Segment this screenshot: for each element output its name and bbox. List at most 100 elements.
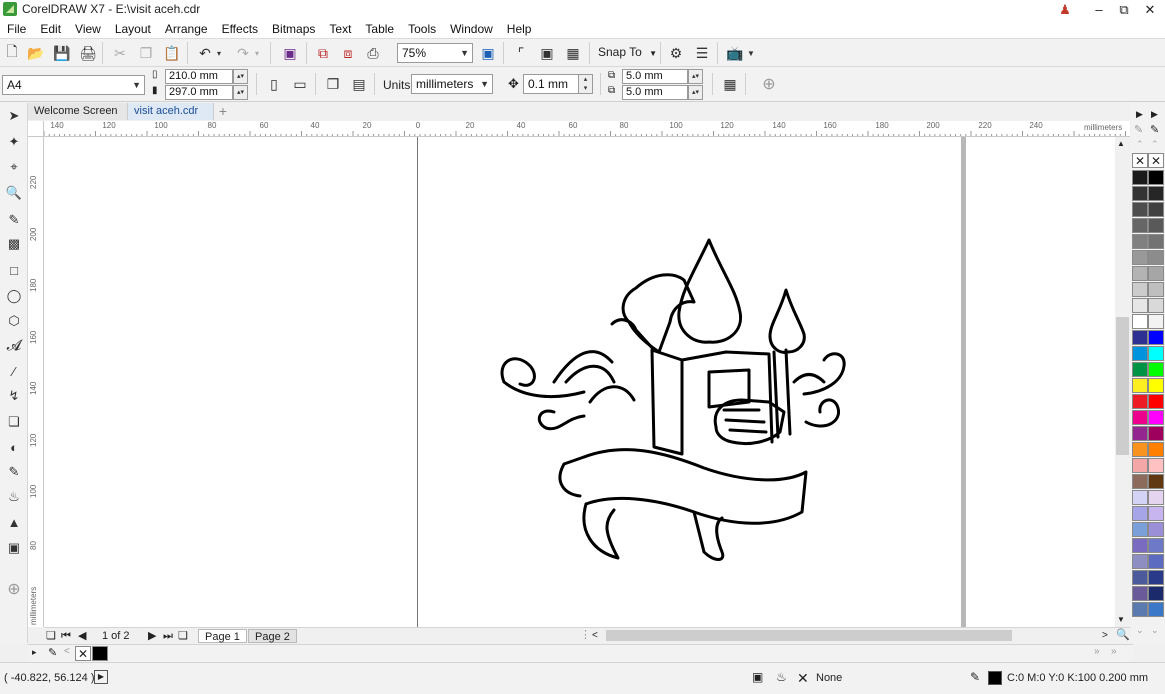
- quick-customize-icon[interactable]: ⊕: [3, 578, 25, 600]
- quick-customize-icon[interactable]: ⊕: [758, 73, 780, 95]
- cut-icon[interactable]: ✂: [109, 42, 131, 64]
- vertical-scroll-thumb[interactable]: [1116, 317, 1129, 455]
- color-swatch[interactable]: [1148, 218, 1164, 233]
- add-tab-icon[interactable]: +: [216, 103, 230, 120]
- color-swatch[interactable]: [1148, 426, 1164, 441]
- menu-table[interactable]: Table: [358, 19, 401, 39]
- color-swatch[interactable]: [1148, 330, 1164, 345]
- scroll-down-icon[interactable]: ▼: [1117, 615, 1125, 624]
- options-icon[interactable]: ⚙: [665, 42, 687, 64]
- freehand-tool-icon[interactable]: ✎: [3, 209, 25, 231]
- previous-page-icon[interactable]: ◀: [78, 629, 86, 644]
- outline-pen-icon[interactable]: ▣: [3, 537, 25, 559]
- scroll-right-icon[interactable]: »: [1094, 646, 1100, 657]
- menu-window[interactable]: Window: [443, 19, 500, 39]
- color-swatch[interactable]: [1132, 186, 1148, 201]
- color-swatch[interactable]: [1132, 554, 1148, 569]
- horizontal-ruler[interactable]: 140 120 100 80 60 40 20 0 20 40 60 80 10…: [44, 121, 1130, 137]
- color-swatch[interactable]: [1148, 282, 1164, 297]
- menu-layout[interactable]: Layout: [108, 19, 158, 39]
- drawing-canvas[interactable]: [44, 137, 1115, 627]
- color-swatch[interactable]: [1132, 490, 1148, 505]
- chevron-down-icon[interactable]: ▼: [744, 42, 758, 64]
- color-swatch[interactable]: [1132, 506, 1148, 521]
- add-page-after-icon[interactable]: ❏: [178, 629, 188, 644]
- palette-scroll-down-icon[interactable]: ⌄: [1151, 625, 1159, 636]
- color-swatch[interactable]: [1148, 394, 1164, 409]
- color-swatch[interactable]: [1148, 346, 1164, 361]
- page-width-spinner[interactable]: ▴▾: [233, 69, 248, 84]
- palette-scroll-down-icon[interactable]: ⌄: [1136, 625, 1144, 636]
- color-eyedropper-icon[interactable]: ✎: [3, 461, 25, 483]
- color-swatch[interactable]: [1132, 538, 1148, 553]
- restore-button[interactable]: ⧉: [1111, 0, 1137, 19]
- duplicate-x-spinner[interactable]: ▴▾: [688, 69, 703, 84]
- color-swatch[interactable]: [1132, 282, 1148, 297]
- search-content-icon[interactable]: ▣: [279, 42, 301, 64]
- color-swatch[interactable]: [1132, 410, 1148, 425]
- palette-scroll-up-icon[interactable]: ⌃: [1136, 139, 1144, 150]
- connector-tool-icon[interactable]: ↯: [3, 385, 25, 407]
- color-swatch[interactable]: [1148, 378, 1164, 393]
- eyedropper-icon[interactable]: ✎: [1134, 123, 1143, 136]
- first-page-icon[interactable]: ⏮: [61, 629, 71, 644]
- palette-arrow-icon[interactable]: ▶: [1136, 109, 1143, 120]
- color-swatch[interactable]: [1148, 266, 1164, 281]
- color-swatch[interactable]: [1132, 250, 1148, 265]
- nudge-distance-field[interactable]: 0.1 mm: [523, 74, 579, 94]
- palette-arrow-icon[interactable]: ▶: [1151, 109, 1158, 120]
- zoom-tool-icon[interactable]: 🔍: [3, 182, 25, 204]
- pick-tool-icon[interactable]: ➤: [3, 105, 25, 127]
- add-page-before-icon[interactable]: ❏: [46, 629, 56, 644]
- color-swatch[interactable]: [1148, 234, 1164, 249]
- color-swatch[interactable]: [1148, 506, 1164, 521]
- horizontal-scroll-thumb[interactable]: [606, 630, 1012, 641]
- rectangle-tool-icon[interactable]: □: [3, 259, 25, 281]
- palette-menu-icon[interactable]: ▸: [32, 647, 37, 658]
- scroll-right-icon[interactable]: »: [1111, 646, 1117, 657]
- parallel-dimension-tool-icon[interactable]: ∕: [3, 360, 25, 382]
- color-proof-icon[interactable]: ▣: [752, 670, 763, 684]
- color-swatch[interactable]: [1148, 586, 1164, 601]
- no-color-swatch[interactable]: ✕: [75, 646, 91, 661]
- show-guidelines-icon[interactable]: ▦: [562, 42, 584, 64]
- color-swatch[interactable]: [1132, 202, 1148, 217]
- zoom-level-select[interactable]: 75% ▼: [397, 43, 473, 63]
- menu-effects[interactable]: Effects: [215, 19, 265, 39]
- menu-edit[interactable]: Edit: [33, 19, 68, 39]
- user-account-icon[interactable]: ♟: [1052, 0, 1078, 19]
- page-height-field[interactable]: 297.0 mm: [165, 85, 233, 100]
- color-swatch[interactable]: [1148, 298, 1164, 313]
- ruler-origin[interactable]: [28, 121, 44, 137]
- color-swatch[interactable]: [1148, 522, 1164, 537]
- crop-tool-icon[interactable]: ⌖: [3, 156, 25, 178]
- show-rulers-icon[interactable]: ⌜: [510, 42, 532, 64]
- last-page-icon[interactable]: ⏭: [163, 629, 173, 644]
- nudge-distance-spinner[interactable]: ▴ ▾: [578, 74, 593, 94]
- eyedropper-icon[interactable]: ✎: [48, 646, 57, 659]
- color-swatch[interactable]: [1132, 522, 1148, 537]
- transparency-tool-icon[interactable]: ◐: [3, 436, 25, 458]
- color-swatch[interactable]: [1132, 314, 1148, 329]
- vertical-scrollbar[interactable]: ▲ ▼: [1115, 137, 1130, 627]
- page-width-field[interactable]: 210.0 mm: [165, 69, 233, 84]
- color-swatch[interactable]: [1148, 554, 1164, 569]
- no-fill-swatch[interactable]: ✕: [1132, 153, 1148, 168]
- tab-welcome-screen[interactable]: Welcome Screen: [28, 103, 128, 120]
- color-swatch[interactable]: [1132, 458, 1148, 473]
- paper-size-select[interactable]: A4 ▼: [2, 75, 145, 95]
- black-swatch[interactable]: [92, 646, 108, 661]
- drop-shadow-tool-icon[interactable]: ❏: [3, 411, 25, 433]
- undo-dropdown-icon[interactable]: ▾: [213, 42, 225, 64]
- publish-pdf-icon[interactable]: ⎙: [362, 42, 384, 64]
- zoom-navigator-icon[interactable]: 🔍: [1116, 628, 1130, 643]
- color-swatch[interactable]: [1132, 602, 1148, 617]
- color-swatch[interactable]: [1148, 410, 1164, 425]
- color-swatch[interactable]: [1132, 394, 1148, 409]
- status-expand-icon[interactable]: ▶: [94, 670, 108, 684]
- color-swatch[interactable]: [1148, 314, 1164, 329]
- menu-arrange[interactable]: Arrange: [158, 19, 215, 39]
- color-swatch[interactable]: [1148, 442, 1164, 457]
- color-swatch[interactable]: [1132, 218, 1148, 233]
- next-page-icon[interactable]: ▶: [148, 629, 156, 644]
